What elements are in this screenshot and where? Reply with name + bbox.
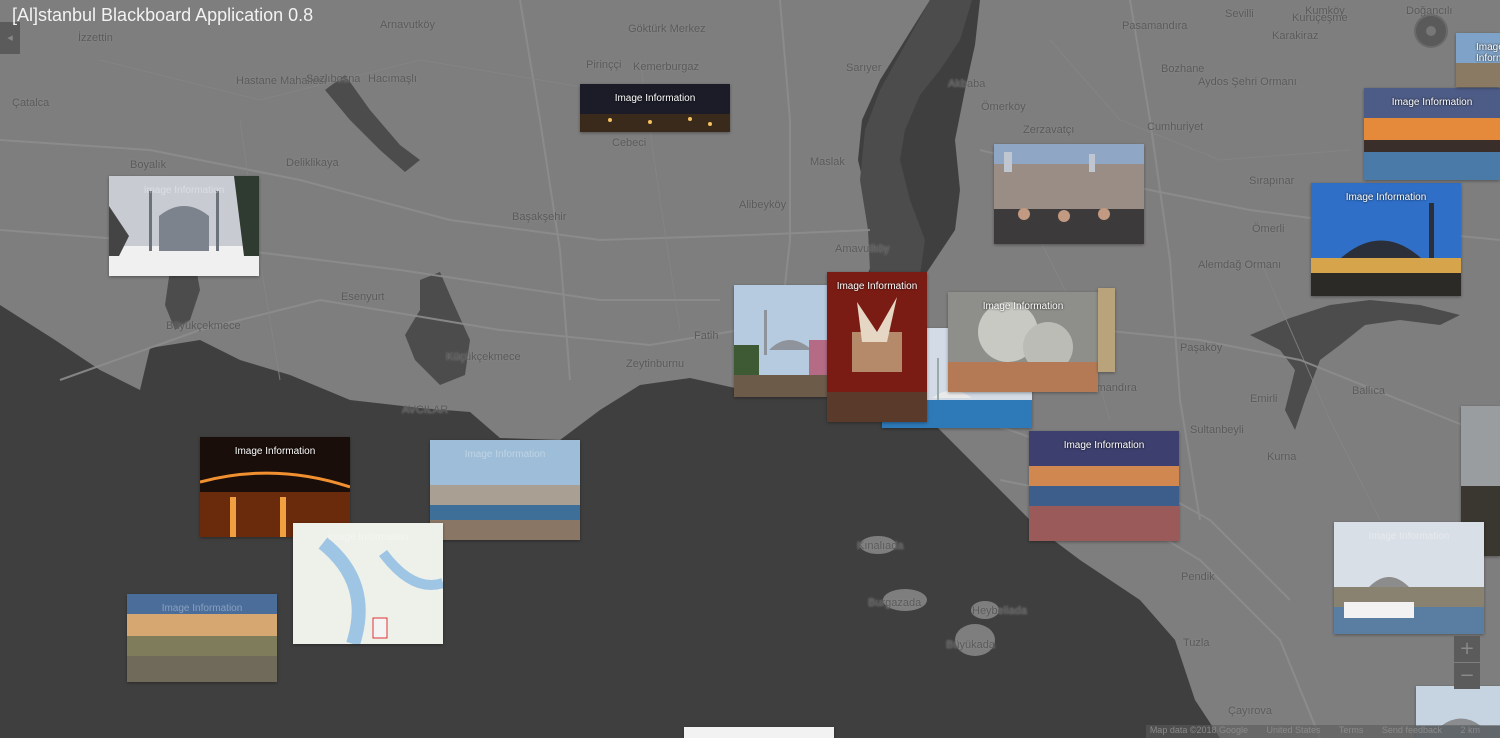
attribution-terms-link[interactable]: Terms [1339,725,1364,735]
place-label: Zerzavatçı [1023,124,1075,136]
place-label: Paşaköy [1180,342,1223,354]
place-label: Akbaba [948,78,986,90]
place-label: Büyükçekmece [166,320,241,332]
place-label: Pendik [1181,571,1215,583]
image-card-bridge-night[interactable]: Image Information [200,437,350,537]
image-card-caption: Image Information [982,301,1064,312]
place-label: Çayırova [1228,705,1273,717]
image-card-caption: Image Information [1391,97,1473,108]
image-card-caption: Image Information [614,93,696,104]
image-card-caption: Image Information [234,446,316,457]
image-card-corner[interactable]: Image Information [1456,33,1500,87]
map-attribution: Map data ©2018 Google United States Term… [1145,725,1500,738]
image-card-red-art[interactable]: Image Information [827,272,927,422]
place-label: Pirinççi [586,59,622,71]
image-card-bottom-white[interactable] [684,727,834,738]
place-label: Kemerburgaz [633,61,700,73]
place-label: Pasamandıra [1122,20,1188,32]
image-card-mosque-ferry[interactable]: Image Information [1334,522,1484,634]
image-card-skyline-hills[interactable]: Image Information [127,594,277,682]
image-card-caption: Image Information [143,185,225,196]
app-title: [Al]stanbul Blackboard Application 0.8 [12,5,314,25]
place-label: AVCILAR [402,404,449,416]
image-card-caption: Image Information [1063,440,1145,451]
place-label: Amavutköy [835,243,890,255]
image-card-caption: Image Information [836,281,918,292]
place-label: Çatalca [12,97,50,109]
place-label: Doğancılı [1406,5,1453,17]
image-card-protest-square[interactable]: Image Information [948,292,1098,392]
place-label: Fatih [694,330,719,342]
place-label: Emirli [1250,393,1278,405]
place-label: Sırapınar [1249,175,1295,187]
attribution-map-data: Map data ©2018 Google [1149,725,1249,735]
place-label: Esenyurt [341,291,385,303]
place-label: Hacımaşlı [368,73,417,85]
attribution-region[interactable]: United States [1267,725,1321,735]
place-label: Karakiraz [1272,30,1319,42]
place-label: Boyalık [130,159,167,171]
place-label: İzzettin [78,32,113,44]
place-label: Bozhane [1161,63,1205,75]
image-card-caption: Image Information [1476,42,1500,64]
place-label: Ömerli [1252,223,1285,235]
place-label: Alemdağ Ormanı [1198,259,1282,271]
place-label: Deliklikaya [286,157,339,169]
image-card-caption: Image Information [327,532,409,543]
place-label: Büyükada [946,639,995,651]
zoom-out-button[interactable]: − [1454,663,1480,689]
place-label: Alibeyköy [739,199,787,211]
place-label: Sevilli [1225,8,1254,20]
place-label: Burgazada [868,597,922,609]
place-label: Cebeci [612,137,647,149]
place-label: Ömerköy [981,101,1026,113]
image-card-golden-horn-dusk[interactable]: Image Information [1029,431,1179,541]
place-label: Ballıca [1352,385,1386,397]
place-label: Sazlıbosna [306,73,361,85]
image-card-caption: Image Information [1368,531,1450,542]
attribution-feedback-link[interactable]: Send feedback [1382,725,1442,735]
place-label: Tuzla [1183,637,1210,649]
place-label: Kurna [1267,451,1297,463]
zoom-in-button[interactable]: + [1454,636,1480,662]
image-card-caption: Image Information [161,603,243,614]
place-label: Heybeliada [972,605,1028,617]
map-side-control[interactable]: ◂ [0,22,20,54]
image-card-tree-mosque[interactable] [734,285,834,397]
place-label: Cumhuriyet [1147,121,1204,133]
place-label: Sultanbeyli [1190,424,1244,436]
place-label: Aydos Şehri Ormanı [1198,76,1297,88]
place-label: Küçükçekmece [446,351,521,363]
image-card-blue-mosque[interactable]: Image Information [1311,183,1461,296]
place-label: Kınalıada [857,540,904,552]
image-card-sunset-harbor[interactable]: Image Information [1364,88,1500,180]
compass-icon[interactable] [1414,14,1448,48]
image-card-caption: Image Information [464,449,546,460]
place-label: Kumköy [1305,5,1345,17]
attribution-scale: 2 km [1460,725,1480,735]
place-label: Maslak [810,156,845,168]
place-label: Zeytinburnu [626,358,685,370]
image-card-edge[interactable] [1098,288,1115,372]
place-label: Sarıyer [846,62,882,74]
image-card-snowy-mosque[interactable]: Image Information [109,176,259,276]
place-label: Göktürk Merkez [628,23,706,35]
image-card-crowd-hill[interactable] [994,144,1144,244]
place-label: Arnavutköy [380,19,436,31]
image-card-night-city[interactable]: Image Information [580,84,730,132]
image-card-city-map[interactable]: Image Information [293,523,443,644]
image-card-city-panorama[interactable]: Image Information [430,440,580,540]
image-card-caption: Image Information [1345,192,1427,203]
place-label: Başakşehir [512,211,567,223]
